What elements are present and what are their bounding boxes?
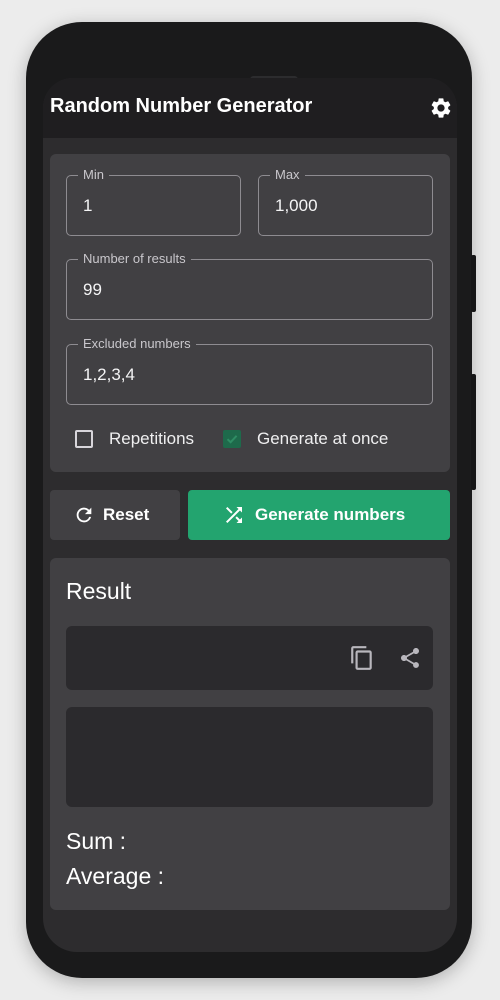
max-value: 1,000 bbox=[275, 196, 318, 215]
reset-label: Reset bbox=[103, 505, 150, 524]
app-screen: Random Number Generator Min 1 Max 1,000 … bbox=[43, 78, 457, 952]
input-card: Min 1 Max 1,000 Number of results 99 Exc… bbox=[50, 154, 450, 472]
generate-at-once-label: Generate at once bbox=[257, 429, 389, 448]
result-title: Result bbox=[66, 578, 132, 604]
checkmark-icon bbox=[226, 435, 238, 444]
min-field[interactable]: Min 1 bbox=[66, 167, 241, 236]
generate-numbers-label: Generate numbers bbox=[255, 505, 406, 524]
generate-numbers-button[interactable]: Generate numbers bbox=[188, 490, 450, 540]
average-label: Average : bbox=[66, 863, 165, 889]
reset-button[interactable]: Reset bbox=[50, 490, 180, 540]
app-bar: Random Number Generator bbox=[43, 78, 457, 138]
phone-volume-button bbox=[471, 374, 476, 490]
number-of-results-field[interactable]: Number of results 99 bbox=[66, 251, 433, 320]
number-of-results-value: 99 bbox=[83, 280, 102, 299]
min-value: 1 bbox=[83, 196, 93, 215]
gear-icon[interactable] bbox=[429, 96, 453, 120]
copy-icon[interactable] bbox=[349, 645, 375, 671]
excluded-numbers-label: Excluded numbers bbox=[78, 336, 196, 352]
share-icon[interactable] bbox=[398, 646, 422, 670]
result-output-area bbox=[66, 707, 433, 807]
phone-power-button bbox=[471, 255, 476, 312]
refresh-icon bbox=[76, 507, 92, 523]
generate-at-once-checkbox[interactable] bbox=[223, 430, 241, 448]
excluded-numbers-field[interactable]: Excluded numbers 1,2,3,4 bbox=[66, 336, 433, 405]
number-of-results-label: Number of results bbox=[78, 251, 191, 267]
max-label: Max bbox=[270, 167, 305, 183]
repetitions-checkbox[interactable] bbox=[75, 430, 93, 448]
excluded-numbers-value: 1,2,3,4 bbox=[83, 365, 135, 384]
result-toolbar bbox=[66, 626, 433, 690]
max-field[interactable]: Max 1,000 bbox=[258, 167, 433, 236]
sum-label: Sum : bbox=[66, 828, 127, 854]
app-title: Random Number Generator bbox=[50, 95, 313, 117]
repetitions-label: Repetitions bbox=[109, 429, 195, 448]
shuffle-icon bbox=[226, 507, 242, 523]
min-label: Min bbox=[78, 167, 109, 183]
